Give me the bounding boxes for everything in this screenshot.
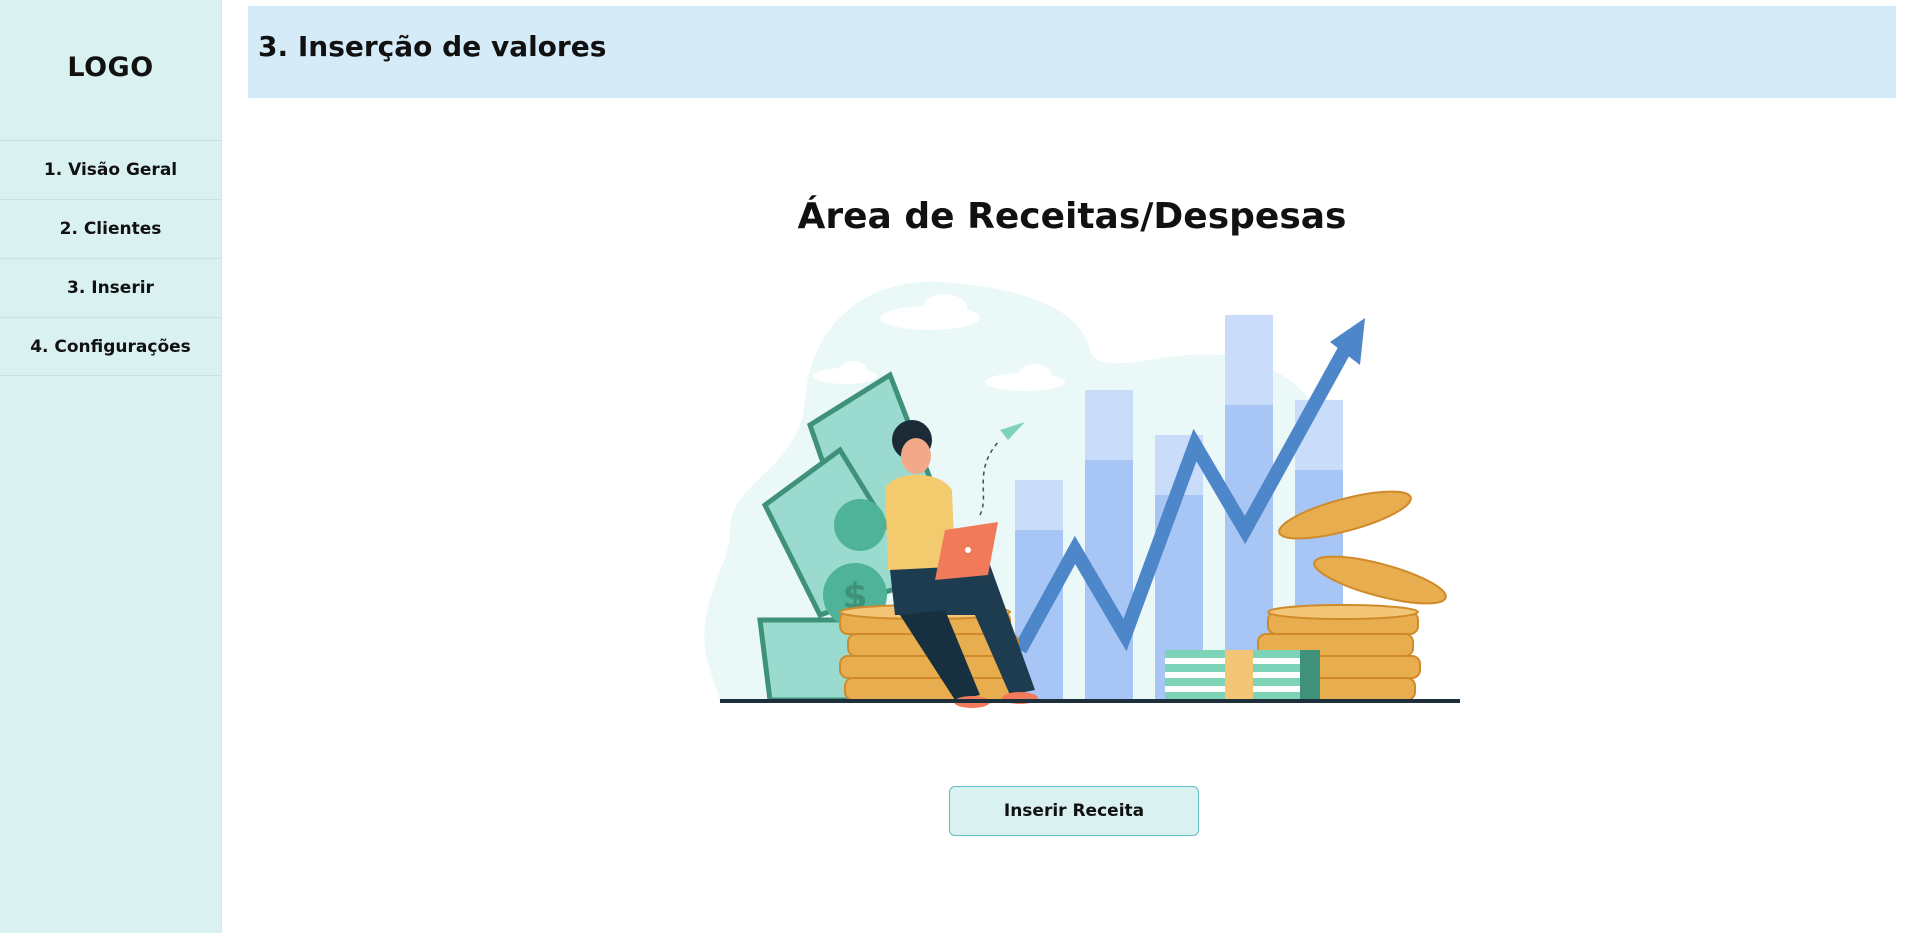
section-title: Área de Receitas/Despesas [797,196,1347,237]
sidebar: LOGO 1. Visão Geral 2. Clientes 3. Inser… [0,0,222,933]
sidebar-item-configuracoes[interactable]: 4. Configurações [0,317,221,376]
insert-receita-button[interactable]: Inserir Receita [949,786,1199,836]
app-root: LOGO 1. Visão Geral 2. Clientes 3. Inser… [0,0,1920,933]
finance-growth-illustration: $ [704,281,1460,708]
sidebar-item-inserir[interactable]: 3. Inserir [0,258,221,317]
sidebar-nav: 1. Visão Geral 2. Clientes 3. Inserir 4.… [0,140,221,376]
sidebar-item-clientes[interactable]: 2. Clientes [0,199,221,258]
page-header: 3. Inserção de valores [248,6,1896,98]
sidebar-item-label: 3. Inserir [67,278,154,298]
sidebar-item-label: 2. Clientes [59,219,162,239]
logo: LOGO [67,52,154,83]
page-title: 3. Inserção de valores [258,29,607,63]
sidebar-item-visao-geral[interactable]: 1. Visão Geral [0,140,221,199]
sidebar-item-label: 4. Configurações [30,336,191,357]
sidebar-item-label: 1. Visão Geral [43,160,178,180]
